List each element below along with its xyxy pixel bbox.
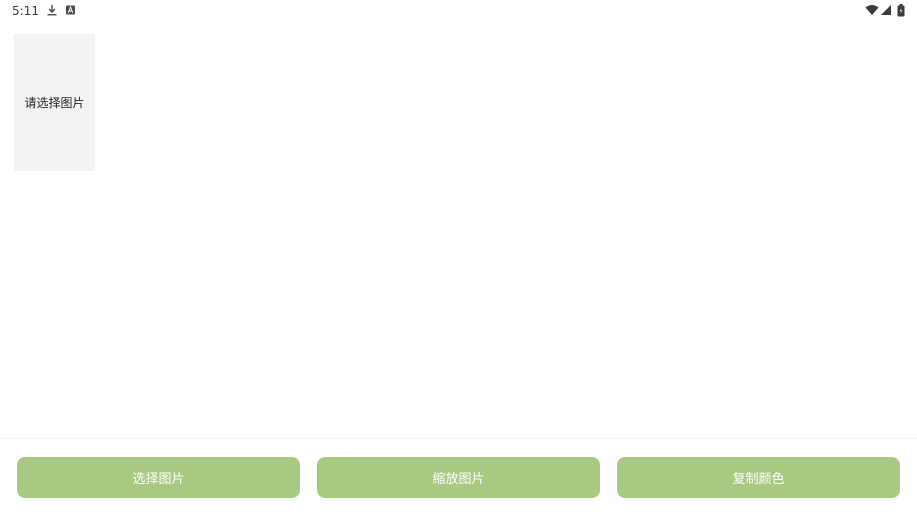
copy-color-button[interactable]: 复制颜色	[617, 457, 900, 498]
app-screen: 5:11 请选择图片 选择图片 缩放图片 复制颜色	[0, 0, 917, 515]
status-bar: 5:11	[0, 0, 917, 22]
bottom-action-bar: 选择图片 缩放图片 复制颜色	[0, 439, 917, 515]
a-icon	[66, 5, 75, 15]
cellular-icon	[881, 5, 891, 15]
battery-icon	[897, 4, 905, 17]
zoom-image-button[interactable]: 缩放图片	[317, 457, 600, 498]
select-image-button[interactable]: 选择图片	[17, 457, 300, 498]
wifi-icon	[865, 5, 879, 15]
download-icon	[47, 5, 57, 16]
image-placeholder[interactable]: 请选择图片	[14, 34, 95, 171]
placeholder-text: 请选择图片	[24, 96, 85, 110]
status-time: 5:11	[12, 4, 39, 18]
